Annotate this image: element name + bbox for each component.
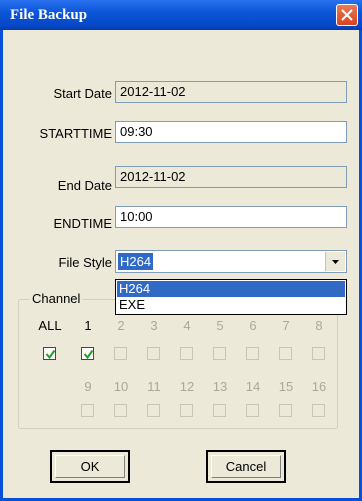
file-style-dropdown-list: H264 EXE <box>115 279 347 315</box>
channel-label-12: 12 <box>179 379 195 394</box>
channel-checkbox-2[interactable] <box>114 347 127 360</box>
dropdown-arrow-button[interactable] <box>325 252 345 271</box>
end-date-field: 2012-11-02 <box>115 166 347 188</box>
channel-label-14: 14 <box>245 379 261 394</box>
channel-label-6: 6 <box>249 318 257 333</box>
channel-checkbox-7[interactable] <box>279 347 292 360</box>
channel-checkbox-9[interactable] <box>81 404 94 417</box>
file-style-select[interactable]: H264 <box>115 250 347 273</box>
channel-checkbox-11[interactable] <box>147 404 160 417</box>
channel-checkbox-16[interactable] <box>312 404 325 417</box>
channel-label-16: 16 <box>311 379 327 394</box>
channel-checkbox-15[interactable] <box>279 404 292 417</box>
cancel-button-label: Cancel <box>225 459 267 474</box>
channel-group-label: Channel <box>30 291 83 306</box>
start-time-label: STARTTIME <box>39 126 112 141</box>
ok-button-label: OK <box>80 459 100 474</box>
file-style-label: File Style <box>58 255 112 270</box>
channel-checkbox-5[interactable] <box>213 347 226 360</box>
start-date-field: 2012-11-02 <box>115 81 347 103</box>
channel-label-15: 15 <box>278 379 294 394</box>
channel-label-13: 13 <box>212 379 228 394</box>
checkmark-icon <box>45 349 56 360</box>
channel-all-checkbox[interactable] <box>43 347 56 360</box>
channel-checkbox-8[interactable] <box>312 347 325 360</box>
channel-checkbox-1[interactable] <box>81 347 94 360</box>
channel-label-8: 8 <box>315 318 323 333</box>
channel-checkbox-10[interactable] <box>114 404 127 417</box>
start-time-input[interactable]: 09:30 <box>115 121 347 143</box>
end-time-label: ENDTIME <box>53 216 113 231</box>
channel-label-10: 10 <box>113 379 129 394</box>
title-bar[interactable]: File Backup <box>0 0 362 30</box>
channel-label-4: 4 <box>183 318 191 333</box>
file-style-selected-value: H264 <box>118 253 154 270</box>
channel-label-1: 1 <box>84 318 92 333</box>
close-button[interactable] <box>336 4 358 26</box>
channel-checkbox-12[interactable] <box>180 404 193 417</box>
channel-checkbox-6[interactable] <box>246 347 259 360</box>
channel-label-2: 2 <box>117 318 125 333</box>
checkmark-icon <box>83 349 94 360</box>
dialog-title: File Backup <box>10 7 88 23</box>
cancel-button[interactable]: Cancel <box>206 450 286 483</box>
channel-label-3: 3 <box>150 318 158 333</box>
channel-checkbox-13[interactable] <box>213 404 226 417</box>
ok-button[interactable]: OK <box>50 450 130 483</box>
channel-label-5: 5 <box>216 318 224 333</box>
close-icon <box>341 9 353 21</box>
channel-label-11: 11 <box>147 379 161 394</box>
channel-label-7: 7 <box>282 318 290 333</box>
channel-label-9: 9 <box>84 379 92 394</box>
channel-checkbox-3[interactable] <box>147 347 160 360</box>
channel-checkbox-14[interactable] <box>246 404 259 417</box>
end-time-input[interactable]: 10:00 <box>115 206 347 228</box>
file-style-option-exe[interactable]: EXE <box>117 297 345 313</box>
start-date-label: Start Date <box>53 86 112 101</box>
channel-checkbox-4[interactable] <box>180 347 193 360</box>
file-style-option-h264[interactable]: H264 <box>117 281 345 297</box>
channel-all-label: ALL <box>38 318 62 333</box>
end-date-label: End Date <box>57 178 112 193</box>
chevron-down-icon <box>332 260 339 264</box>
